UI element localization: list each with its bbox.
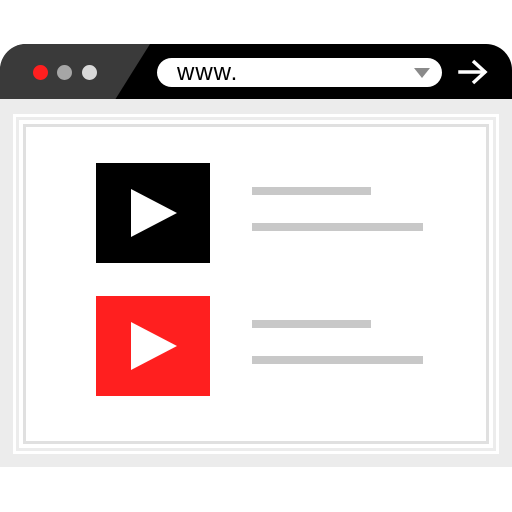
minimize-window-button[interactable]: [57, 65, 72, 80]
video-description-placeholder: [252, 223, 423, 231]
chevron-down-icon[interactable]: [414, 68, 430, 78]
video-thumbnail[interactable]: [96, 296, 210, 396]
url-text: www.: [177, 59, 239, 86]
content-area: [0, 99, 512, 467]
video-list: [23, 124, 489, 444]
web-page: [13, 114, 499, 454]
video-list-item[interactable]: [26, 163, 486, 263]
video-description-placeholder: [252, 356, 423, 364]
maximize-window-button[interactable]: [82, 65, 97, 80]
browser-window: www.: [0, 44, 512, 467]
play-icon[interactable]: [131, 322, 177, 370]
window-controls-area: [0, 44, 150, 99]
close-window-button[interactable]: [33, 65, 48, 80]
arrow-right-icon[interactable]: [458, 59, 488, 85]
address-bar[interactable]: www.: [157, 58, 442, 87]
video-thumbnail[interactable]: [96, 163, 210, 263]
video-title-placeholder: [252, 187, 371, 195]
play-icon[interactable]: [131, 189, 177, 237]
video-title-placeholder: [252, 320, 371, 328]
video-list-item[interactable]: [26, 296, 486, 396]
title-bar: www.: [0, 44, 512, 99]
